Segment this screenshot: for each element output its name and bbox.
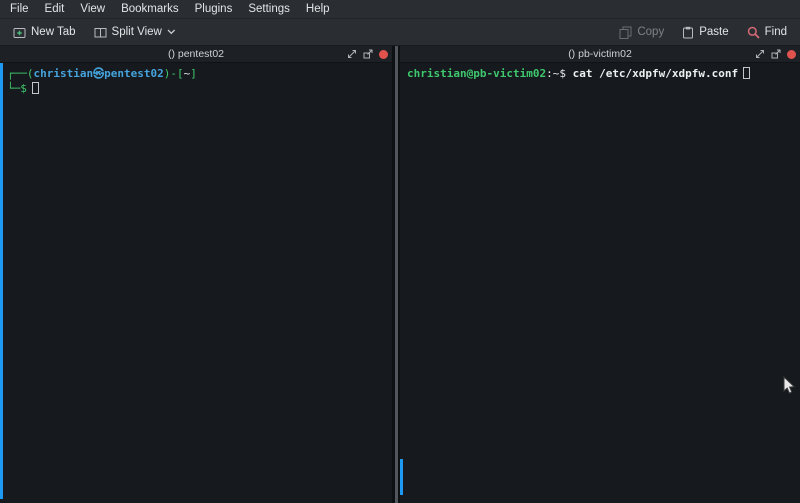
terminal-cursor <box>32 82 39 94</box>
right-terminal[interactable]: christian@pb-victim02:~$ cat /etc/xdpfw/… <box>400 63 800 503</box>
terminal-cursor <box>743 67 750 79</box>
split-view-button[interactable]: Split View <box>87 23 183 42</box>
new-tab-button[interactable]: New Tab <box>6 23 83 42</box>
paste-label: Paste <box>699 26 728 38</box>
chevron-down-icon <box>167 29 176 35</box>
menu-settings[interactable]: Settings <box>240 0 298 18</box>
menu-bookmarks[interactable]: Bookmarks <box>113 0 187 18</box>
find-label: Find <box>765 26 787 38</box>
terminal-prompt-line2: └─$ <box>7 81 388 96</box>
detach-tab-icon[interactable] <box>363 49 373 59</box>
right-pane-title: () pb-victim02 <box>568 48 632 60</box>
split-view-label: Split View <box>112 26 162 38</box>
toolbar-left-group: New Tab Split View <box>6 23 183 42</box>
paste-icon <box>682 26 694 39</box>
right-pane: () pb-victim02 christian@pb-victim02:~$ … <box>400 46 800 503</box>
prompt-frame-open: ┌──( <box>7 67 34 80</box>
new-tab-label: New Tab <box>31 26 76 38</box>
prompt-user-host: christian@pb-victim02 <box>407 67 546 80</box>
split-view-icon <box>94 26 107 39</box>
menu-bar: FileEditViewBookmarksPluginsSettingsHelp <box>0 0 800 19</box>
menu-file[interactable]: File <box>2 0 37 18</box>
paste-button[interactable]: Paste <box>675 23 735 42</box>
prompt-frame-close: ] <box>190 67 197 80</box>
maximize-split-icon[interactable] <box>755 49 765 59</box>
new-tab-icon <box>13 26 26 39</box>
menu-view[interactable]: View <box>72 0 113 18</box>
detach-tab-icon[interactable] <box>771 49 781 59</box>
left-pane: () pentest02 ┌──(christian㉿pentest02)-[~… <box>0 46 392 503</box>
left-pane-title: () pentest02 <box>168 48 224 60</box>
prompt-path: :~$ <box>546 67 573 80</box>
copy-icon <box>619 26 632 39</box>
left-header-icons <box>347 46 388 62</box>
search-icon <box>747 26 760 39</box>
right-scrollbar[interactable] <box>400 459 403 495</box>
copy-label: Copy <box>637 26 664 38</box>
menu-help[interactable]: Help <box>298 0 338 18</box>
split-view-area: () pentest02 ┌──(christian㉿pentest02)-[~… <box>0 46 800 503</box>
find-button[interactable]: Find <box>740 23 794 42</box>
right-header-icons <box>755 46 796 62</box>
pane-splitter[interactable] <box>392 46 400 503</box>
prompt-dollar: └─$ <box>7 82 27 95</box>
left-scrollbar[interactable] <box>0 63 3 499</box>
konsole-window: FileEditViewBookmarksPluginsSettingsHelp… <box>0 0 800 503</box>
prompt-frame-mid: )-[ <box>164 67 184 80</box>
terminal-command-line: christian@pb-victim02:~$ cat /etc/xdpfw/… <box>407 66 796 81</box>
toolbar-right-group: Copy Paste Find <box>612 23 794 42</box>
menu-edit[interactable]: Edit <box>37 0 73 18</box>
prompt-user-host: christian㉿pentest02 <box>34 67 164 80</box>
right-pane-header[interactable]: () pb-victim02 <box>400 46 800 63</box>
left-terminal[interactable]: ┌──(christian㉿pentest02)-[~] └─$ <box>0 63 392 503</box>
typed-command: cat /etc/xdpfw/xdpfw.conf <box>573 67 739 80</box>
maximize-split-icon[interactable] <box>347 49 357 59</box>
copy-button[interactable]: Copy <box>612 23 671 42</box>
close-split-button[interactable] <box>379 50 388 59</box>
left-pane-header[interactable]: () pentest02 <box>0 46 392 63</box>
toolbar: New Tab Split View Copy Paste Find <box>0 19 800 46</box>
splitter-handle <box>395 46 398 503</box>
close-split-button[interactable] <box>787 50 796 59</box>
terminal-prompt-line1: ┌──(christian㉿pentest02)-[~] <box>7 66 388 81</box>
menu-plugins[interactable]: Plugins <box>187 0 241 18</box>
